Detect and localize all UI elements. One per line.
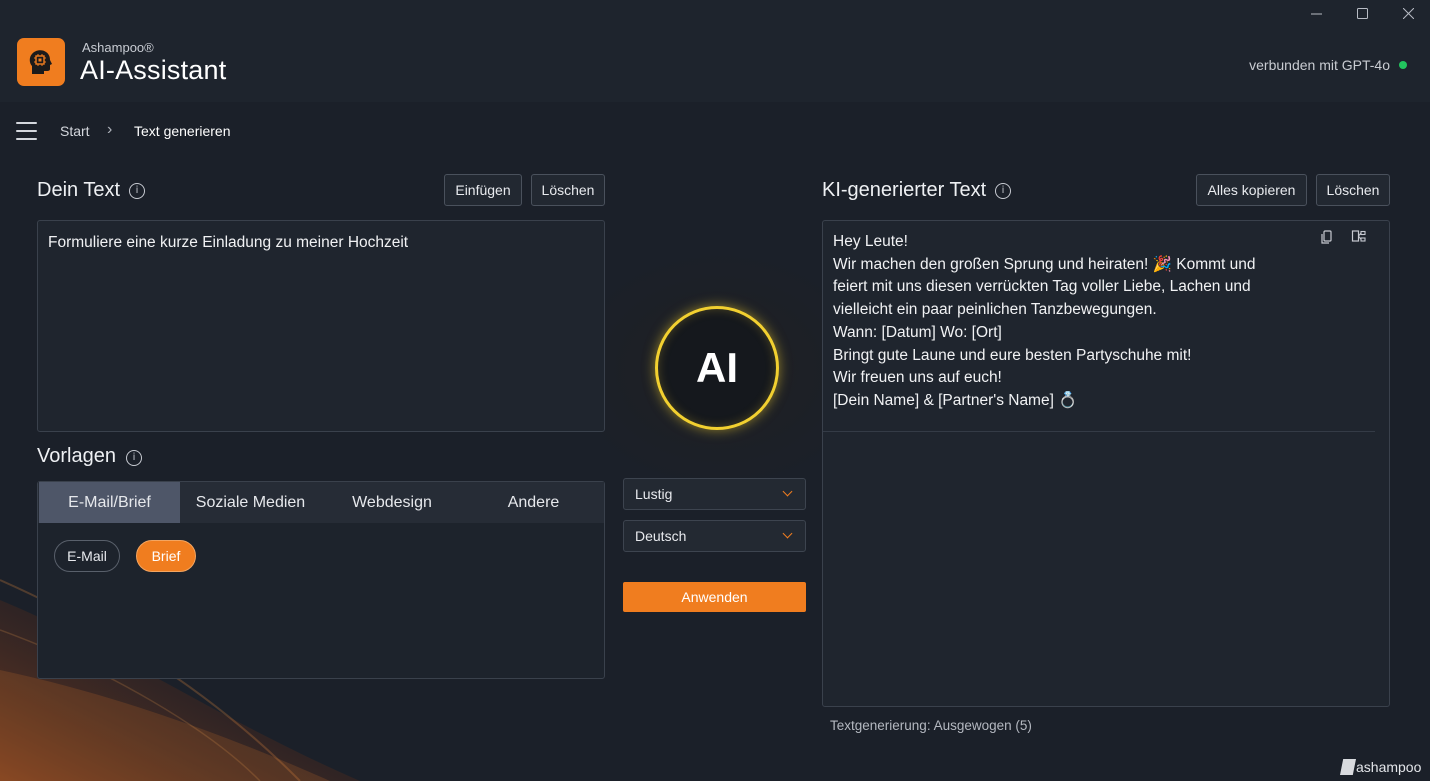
chip-brief[interactable]: Brief — [136, 540, 196, 572]
generated-line: Wir machen den großen Sprung und heirate… — [833, 255, 1256, 273]
app-logo — [17, 38, 65, 86]
share-icon[interactable] — [1351, 229, 1367, 245]
ai-badge-label: AI — [696, 344, 738, 391]
info-icon[interactable]: i — [126, 450, 142, 466]
generated-text[interactable]: Hey Leute! Wir machen den großen Sprung … — [833, 231, 1256, 413]
generation-status: Textgenerierung: Ausgewogen (5) — [830, 718, 1032, 733]
input-panel-title: Dein Text — [37, 179, 121, 201]
tab-webdesign[interactable]: Webdesign — [321, 482, 463, 523]
output-divider — [823, 431, 1375, 432]
window-titlebar — [0, 0, 1430, 26]
tone-select[interactable]: Lustig — [623, 478, 806, 510]
breadcrumb-current: Text generieren — [134, 123, 231, 139]
input-textarea[interactable]: Formuliere eine kurze Einladung zu meine… — [37, 220, 605, 432]
connection-indicator — [1399, 61, 1407, 69]
clear-input-button[interactable]: Löschen — [531, 174, 605, 206]
generated-line: [Dein Name] & [Partner's Name] 💍 — [833, 391, 1078, 409]
language-select-value: Deutsch — [635, 528, 687, 544]
breadcrumb-home[interactable]: Start — [60, 123, 90, 139]
copy-all-button[interactable]: Alles kopieren — [1196, 174, 1307, 206]
chevron-right-icon: › — [107, 121, 113, 138]
chevron-down-icon — [782, 528, 793, 539]
tab-social-media[interactable]: Soziale Medien — [180, 482, 321, 523]
chip-email[interactable]: E-Mail — [54, 540, 120, 572]
minimize-icon — [1310, 13, 1322, 14]
generated-line: Wann: [Datum] Wo: [Ort] — [833, 323, 1002, 341]
language-select[interactable]: Deutsch — [623, 520, 806, 552]
ashampoo-logo-icon — [1340, 759, 1356, 775]
generated-line: Bringt gute Laune und eure besten Partys… — [833, 346, 1192, 364]
app-title: AI-Assistant — [80, 55, 227, 85]
connection-status: verbunden mit GPT-4o — [1249, 57, 1390, 73]
menu-icon[interactable] — [16, 122, 37, 140]
chevron-down-icon — [782, 486, 793, 497]
generated-line: vielleicht ein paar peinlichen Tanzbeweg… — [833, 301, 1157, 319]
tab-email-brief[interactable]: E-Mail/Brief — [39, 482, 180, 523]
maximize-button[interactable] — [1339, 0, 1385, 26]
ai-head-icon — [29, 50, 52, 74]
templates-title: Vorlagen — [37, 445, 116, 467]
apply-button[interactable]: Anwenden — [623, 582, 806, 612]
generated-line: Hey Leute! — [833, 233, 908, 250]
generated-line: feiert mit uns diesen verrückten Tag vol… — [833, 278, 1251, 296]
input-text: Formuliere eine kurze Einladung zu meine… — [48, 234, 409, 251]
generated-line: Wir freuen uns auf euch! — [833, 369, 1002, 387]
clear-output-button[interactable]: Löschen — [1316, 174, 1390, 206]
info-icon[interactable]: i — [995, 183, 1011, 199]
close-icon — [1402, 7, 1414, 19]
copy-icon[interactable] — [1319, 229, 1335, 245]
tab-other[interactable]: Andere — [463, 482, 604, 523]
insert-button[interactable]: Einfügen — [444, 174, 522, 206]
footer-brand: ashampoo — [1356, 759, 1422, 775]
ai-badge: AI — [655, 306, 779, 430]
info-icon[interactable]: i — [129, 183, 145, 199]
maximize-icon — [1356, 7, 1368, 19]
tone-select-value: Lustig — [635, 486, 673, 502]
output-panel-title: KI-generierter Text — [822, 179, 987, 201]
brand-name: Ashampoo® — [82, 40, 154, 55]
close-button[interactable] — [1385, 0, 1430, 26]
minimize-button[interactable] — [1293, 0, 1339, 26]
